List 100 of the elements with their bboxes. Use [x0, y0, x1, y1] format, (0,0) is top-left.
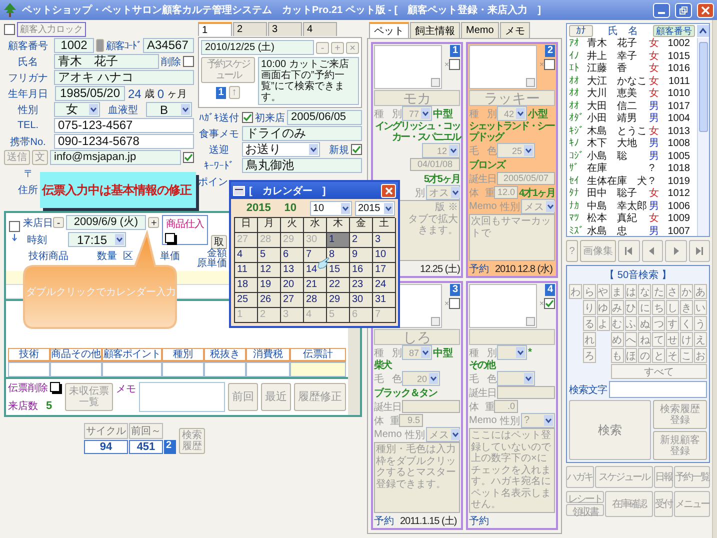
field-label: 生年月日 — [7, 88, 49, 100]
calendar-year: 2015 — [245, 202, 271, 214]
sex-label: 性別 — [405, 428, 425, 442]
field-label: 住所 — [18, 184, 38, 196]
notice-text: 伝票入力中は基本情報の修正 — [42, 182, 192, 198]
color-name-text: ブロンズ — [469, 158, 505, 172]
cycle-value: 94 — [84, 440, 128, 454]
birthday-label: 誕生日 — [469, 172, 496, 186]
reservation-label: 予約 — [469, 262, 489, 276]
weekday-header: 日 — [235, 218, 258, 233]
goods-label: 商品仕入 — [165, 218, 205, 231]
visits-label: 来店数 — [8, 400, 38, 413]
column-header: 金額 — [207, 249, 227, 259]
field-label: フリガナ — [7, 72, 49, 84]
weekday-header: 木 — [327, 218, 350, 233]
weekday-header: 土 — [373, 218, 396, 233]
age-text: 4才1ヶ月 — [519, 186, 556, 200]
exclude-mark: × — [444, 60, 449, 69]
memo-text-fragment: きます。 — [418, 225, 458, 236]
sex-label: 性別 — [500, 200, 520, 214]
field-label: 送迎 — [208, 144, 230, 156]
reservation-date: 2010.12.8 (水) — [495, 262, 552, 276]
field-label: 顧客番号 — [7, 40, 49, 52]
calendar-month: 10 — [283, 202, 298, 214]
breed-text: 柴犬 — [374, 360, 392, 371]
visits-count: 5 — [46, 400, 52, 412]
pet-number-badge: 4 — [545, 284, 555, 296]
pet-number-badge: 1 — [450, 45, 460, 57]
reservation-date: 2011.1.15 (土) — [400, 514, 457, 528]
exclude-mark: × — [539, 60, 544, 69]
size-text: 中型 — [433, 108, 453, 120]
kana-search-title: 【 50音検索 】 — [604, 268, 672, 282]
species-label: 種 別 — [374, 346, 401, 360]
size-text: * — [528, 347, 532, 358]
field-label: 氏名 — [17, 56, 39, 68]
breed-text: イングリッシュ・コッカー・スパニエル — [374, 121, 460, 143]
column-header: 単価 — [159, 250, 181, 263]
field-label: 〒 — [24, 168, 34, 180]
birthday-label: 誕生日 — [374, 400, 401, 414]
field-label: ﾊｶﾞｷ送付 — [198, 112, 240, 124]
field-label: ｷｰﾜｰﾄﾞ — [203, 160, 235, 172]
size-text: 中型 — [433, 346, 453, 360]
age-text: 5才5ヶ月 — [424, 172, 460, 186]
age-unit: ヶ月 — [167, 88, 188, 100]
field-label: 顧客ｺｰﾄﾞ — [106, 40, 141, 52]
column-header: 区 — [123, 250, 134, 263]
reservation-label: 予約 — [469, 514, 489, 528]
memo-text-fragment: タブで拡大 — [408, 214, 458, 225]
pet-number-badge: 2 — [545, 45, 555, 57]
age-months: 0 — [157, 86, 164, 100]
pet-number-badge: 3 — [450, 284, 460, 296]
color-label: 毛 色 — [469, 372, 496, 386]
age-years: 24 — [128, 86, 142, 100]
weekday-header: 火 — [281, 218, 304, 233]
field-label: 食事メモ — [198, 128, 240, 140]
weekday-header: 月 — [258, 218, 281, 233]
field-label: 来店日 — [23, 216, 51, 230]
memo-label: Memo — [469, 415, 495, 426]
callout-text: ダブルクリックでカレンダー入力 — [26, 286, 174, 300]
field-label: TEL. — [16, 120, 40, 131]
breed-text: その他 — [469, 360, 496, 371]
color-name-text: ブラック＆タン — [374, 386, 437, 400]
species-label: 種 別 — [469, 108, 496, 120]
birthday-label: 誕生日 — [469, 386, 496, 400]
calendar-title: [ カレンダー ] — [249, 184, 327, 198]
exclude-mark: × — [539, 299, 544, 308]
size-text: 小型 — [528, 108, 548, 120]
column-header: 技術商品 — [28, 250, 70, 263]
weekday-header: 金 — [350, 218, 373, 233]
field-label: 携帯No. — [9, 136, 47, 148]
weight-label: 体 重 — [469, 400, 493, 414]
column-header: 数量 — [96, 250, 118, 263]
cycle-label: サイクル — [84, 423, 128, 439]
reservation-label: 予約 — [374, 514, 394, 528]
field-label: 新規 — [329, 144, 349, 156]
weekday-header: 水 — [304, 218, 327, 233]
lock-label: 顧客入力ロック — [17, 22, 86, 37]
memo-label: Memo — [469, 201, 495, 212]
last-visit-value: 451 — [129, 440, 163, 454]
page-badge: 1 — [216, 86, 226, 98]
memo-label: メモ — [116, 383, 136, 396]
name-header: 氏 名 — [607, 24, 639, 38]
color-label: 毛 色 — [469, 144, 496, 158]
field-label: 性別 — [16, 104, 39, 116]
color-label: 毛 色 — [374, 372, 401, 386]
species-label: 種 別 — [374, 108, 401, 120]
delete-label: 削除 — [161, 56, 181, 68]
last-visit-label: 前回～ — [129, 423, 163, 439]
exclude-mark: × — [444, 299, 449, 308]
field-label: 血液型 — [107, 104, 139, 116]
memo-text-fragment: 版 ※ — [435, 202, 458, 214]
column-header: 原単価 — [197, 259, 227, 269]
weight-label: 体 重 — [374, 414, 398, 428]
sex-label: 性別 — [500, 414, 520, 428]
sex-label: 別 — [415, 186, 425, 200]
weight-label: 体 重 — [469, 186, 493, 200]
count-badge: 2 — [164, 440, 176, 454]
field-label: 時刻 — [26, 234, 48, 246]
breed-text: シェットランド・シープドッグ — [469, 121, 555, 143]
search-label: 検索文字 — [569, 384, 607, 396]
